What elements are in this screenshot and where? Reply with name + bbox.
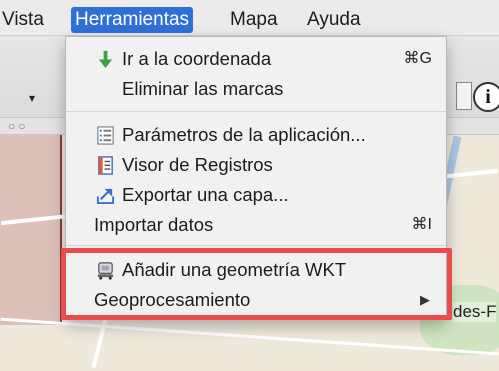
- menu-item-label: Exportar una capa...: [122, 184, 289, 205]
- menu-item-label: Añadir una geometría WKT: [122, 259, 347, 280]
- menu-item-ir-coordenada[interactable]: Ir a la coordenada ⌘G: [66, 45, 446, 73]
- map-place-label: des-F: [453, 302, 497, 322]
- menu-item-label: Parámetros de la aplicación...: [122, 124, 366, 145]
- menu-ayuda[interactable]: Ayuda: [303, 7, 365, 33]
- shortcut-label: ⌘I: [411, 216, 432, 233]
- panel-icon[interactable]: [456, 82, 472, 110]
- shortcut-label: ⌘G: [403, 50, 432, 67]
- menu-item-anadir-geometria-wkt[interactable]: Añadir una geometría WKT: [66, 256, 446, 284]
- arrow-down-icon: [98, 50, 113, 69]
- menu-item-eliminar-marcas[interactable]: Eliminar las marcas: [66, 75, 446, 103]
- menu-herramientas[interactable]: Herramientas: [71, 7, 194, 33]
- menu-item-visor-registros[interactable]: Visor de Registros: [66, 151, 446, 179]
- submenu-arrow-icon: ▶: [420, 292, 430, 307]
- menu-item-label: Importar datos: [94, 214, 214, 235]
- menu-separator: [66, 111, 446, 112]
- geometry-icon: [97, 262, 114, 280]
- map-area-polygon: [0, 135, 62, 325]
- menu-item-label: Geoprocesamiento: [94, 289, 251, 310]
- menu-mapa[interactable]: Mapa: [226, 7, 282, 33]
- info-icon[interactable]: i: [473, 82, 499, 112]
- menu-item-parametros[interactable]: Parámetros de la aplicación...: [66, 121, 446, 149]
- export-icon: [96, 188, 115, 205]
- menubar: Vista Herramientas Mapa Ayuda: [0, 0, 499, 36]
- menu-item-label: Ir a la coordenada: [122, 48, 272, 69]
- herramientas-menu: Ir a la coordenada ⌘G Eliminar las marca…: [65, 36, 447, 320]
- menu-separator: [66, 245, 446, 246]
- menu-item-geoprocesamiento[interactable]: Geoprocesamiento ▶: [66, 286, 446, 314]
- chevron-down-icon[interactable]: ▾: [29, 91, 35, 105]
- menu-vista[interactable]: Vista: [0, 7, 48, 33]
- window-controls-icon[interactable]: ○○: [8, 119, 29, 133]
- menu-item-importar-datos[interactable]: Importar datos ⌘I: [66, 211, 446, 239]
- log-viewer-icon: [98, 156, 113, 175]
- menu-item-exportar-capa[interactable]: Exportar una capa...: [66, 181, 446, 209]
- settings-list-icon: [97, 126, 114, 145]
- menu-item-label: Eliminar las marcas: [122, 78, 284, 99]
- menu-item-label: Visor de Registros: [122, 154, 273, 175]
